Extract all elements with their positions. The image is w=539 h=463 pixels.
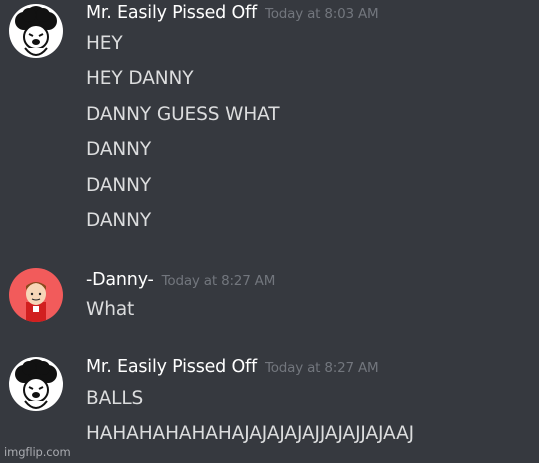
message-text: HEY DANNY xyxy=(86,68,194,89)
message-text: HEY xyxy=(86,33,123,54)
message-header: Mr. Easily Pissed Off Today at 8:27 AM xyxy=(86,357,379,377)
username[interactable]: -Danny- xyxy=(86,270,154,290)
timestamp: Today at 8:03 AM xyxy=(264,6,379,22)
message-text: DANNY xyxy=(86,210,152,231)
timestamp: Today at 8:27 AM xyxy=(161,273,276,289)
message-header: Mr. Easily Pissed Off Today at 8:03 AM xyxy=(86,3,379,23)
message-text: HAHAHAHAHAHAJAJAJAJAJJAJAJJAJAAJ xyxy=(86,423,415,444)
cartoon-face-afro-icon xyxy=(9,4,63,58)
message-header: -Danny- Today at 8:27 AM xyxy=(86,270,275,290)
timestamp: Today at 8:27 AM xyxy=(264,360,379,376)
watermark: imgflip.com xyxy=(4,445,71,459)
username[interactable]: Mr. Easily Pissed Off xyxy=(86,357,257,377)
message-text: DANNY GUESS WHAT xyxy=(86,104,280,125)
cartoon-face-afro-icon xyxy=(9,357,63,411)
message-text: BALLS xyxy=(86,388,144,409)
avatar[interactable] xyxy=(9,4,63,58)
avatar[interactable] xyxy=(9,357,63,411)
message-text: DANNY xyxy=(86,139,152,160)
username[interactable]: Mr. Easily Pissed Off xyxy=(86,3,257,23)
avatar[interactable] xyxy=(9,268,63,322)
message-text: DANNY xyxy=(86,175,152,196)
message-text: What xyxy=(86,299,135,320)
danny-cartoon-icon xyxy=(9,268,63,322)
